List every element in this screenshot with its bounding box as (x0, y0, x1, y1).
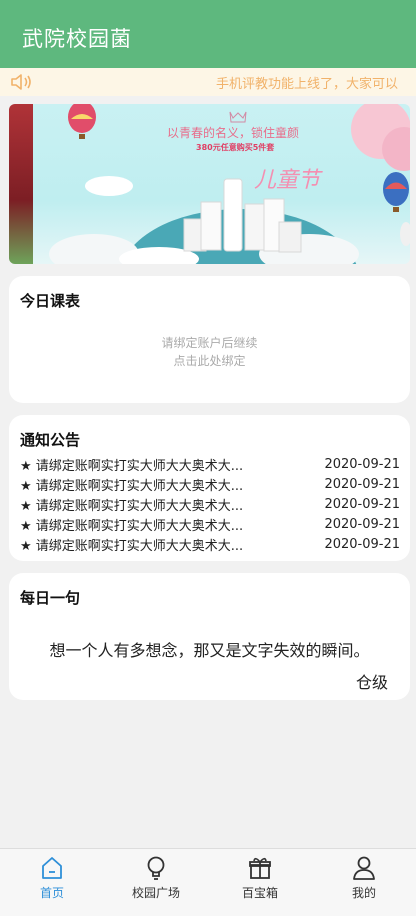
banner-slogan: 以青春的名义，锁住童颜 (167, 126, 300, 140)
promo-banner[interactable]: 以青春的名义，锁住童颜 380元任意购买5件套 儿童节 (9, 104, 410, 264)
notice-card: 通知公告 ★ 请绑定账啊实打实大师大大奥术大... 2020-09-21 ★ 请… (9, 415, 410, 561)
notice-item[interactable]: ★ 请绑定账啊实打实大师大大奥术大... 2020-09-21 (20, 454, 400, 474)
app-header: 武院校园菌 (0, 0, 416, 78)
notice-item-text: ★ 请绑定账啊实打实大师大大奥术大... (20, 518, 244, 534)
banner-offer: 380元任意购买5件套 (196, 143, 275, 152)
bottom-tabbar: 首页 校园广场 百宝箱 我的 (0, 848, 416, 916)
bind-link[interactable]: 点击此处绑定 (9, 352, 410, 369)
daily-quote-card: 每日一句 想一个人有多想念，那又是文字失效的瞬间。 仓级 (9, 573, 410, 700)
schedule-card[interactable]: 今日课表 请绑定账户后继续 点击此处绑定 (9, 276, 410, 403)
notice-item[interactable]: ★ 请绑定账啊实打实大师大大奥术大... 2020-09-21 (20, 534, 400, 554)
notice-item-date: 2020-09-21 (324, 536, 400, 552)
tab-toolbox[interactable]: 百宝箱 (208, 849, 312, 916)
notice-item-text: ★ 请绑定账啊实打实大师大大奥术大... (20, 498, 244, 514)
user-icon (353, 856, 375, 880)
banner-festival: 儿童节 (254, 168, 321, 193)
notice-item-text: ★ 请绑定账啊实打实大师大大奥术大... (20, 538, 244, 554)
announcement-text: 手机评教功能上线了，大家可以 (216, 77, 399, 92)
notice-list: ★ 请绑定账啊实打实大师大大奥术大... 2020-09-21 ★ 请绑定账啊实… (20, 454, 400, 554)
daily-sentence: 想一个人有多想念，那又是文字失效的瞬间。 (49, 641, 370, 660)
daily-author: 仓级 (355, 673, 388, 692)
notice-title: 通知公告 (20, 431, 81, 449)
notice-item-date: 2020-09-21 (324, 516, 400, 532)
announcement-bar[interactable]: 手机评教功能上线了，大家可以 (0, 68, 416, 96)
notice-item-date: 2020-09-21 (324, 476, 400, 492)
notice-item[interactable]: ★ 请绑定账啊实打实大师大大奥术大... 2020-09-21 (20, 514, 400, 534)
app-title: 武院校园菌 (22, 27, 132, 51)
notice-item-date: 2020-09-21 (324, 456, 400, 472)
tab-mine[interactable]: 我的 (312, 849, 416, 916)
tab-campus-square[interactable]: 校园广场 (104, 849, 208, 916)
bulb-icon (147, 856, 165, 880)
daily-title: 每日一句 (20, 589, 81, 607)
notice-item-text: ★ 请绑定账啊实打实大师大大奥术大... (20, 478, 244, 494)
gift-icon (249, 857, 271, 879)
home-icon (42, 857, 62, 879)
notice-item[interactable]: ★ 请绑定账啊实打实大师大大奥术大... 2020-09-21 (20, 474, 400, 494)
notice-item-text: ★ 请绑定账啊实打实大师大大奥术大... (20, 458, 244, 474)
notice-item[interactable]: ★ 请绑定账啊实打实大师大大奥术大... 2020-09-21 (20, 494, 400, 514)
tab-campus-square-label: 校园广场 (131, 886, 180, 900)
speaker-icon (11, 74, 31, 90)
bind-hint: 请绑定账户后继续 (161, 336, 258, 350)
tab-toolbox-label: 百宝箱 (241, 886, 278, 900)
tab-home[interactable]: 首页 (0, 849, 104, 916)
schedule-title: 今日课表 (20, 292, 81, 310)
tab-mine-label: 我的 (351, 886, 376, 900)
tab-home-label: 首页 (39, 886, 64, 900)
notice-item-date: 2020-09-21 (324, 496, 400, 512)
